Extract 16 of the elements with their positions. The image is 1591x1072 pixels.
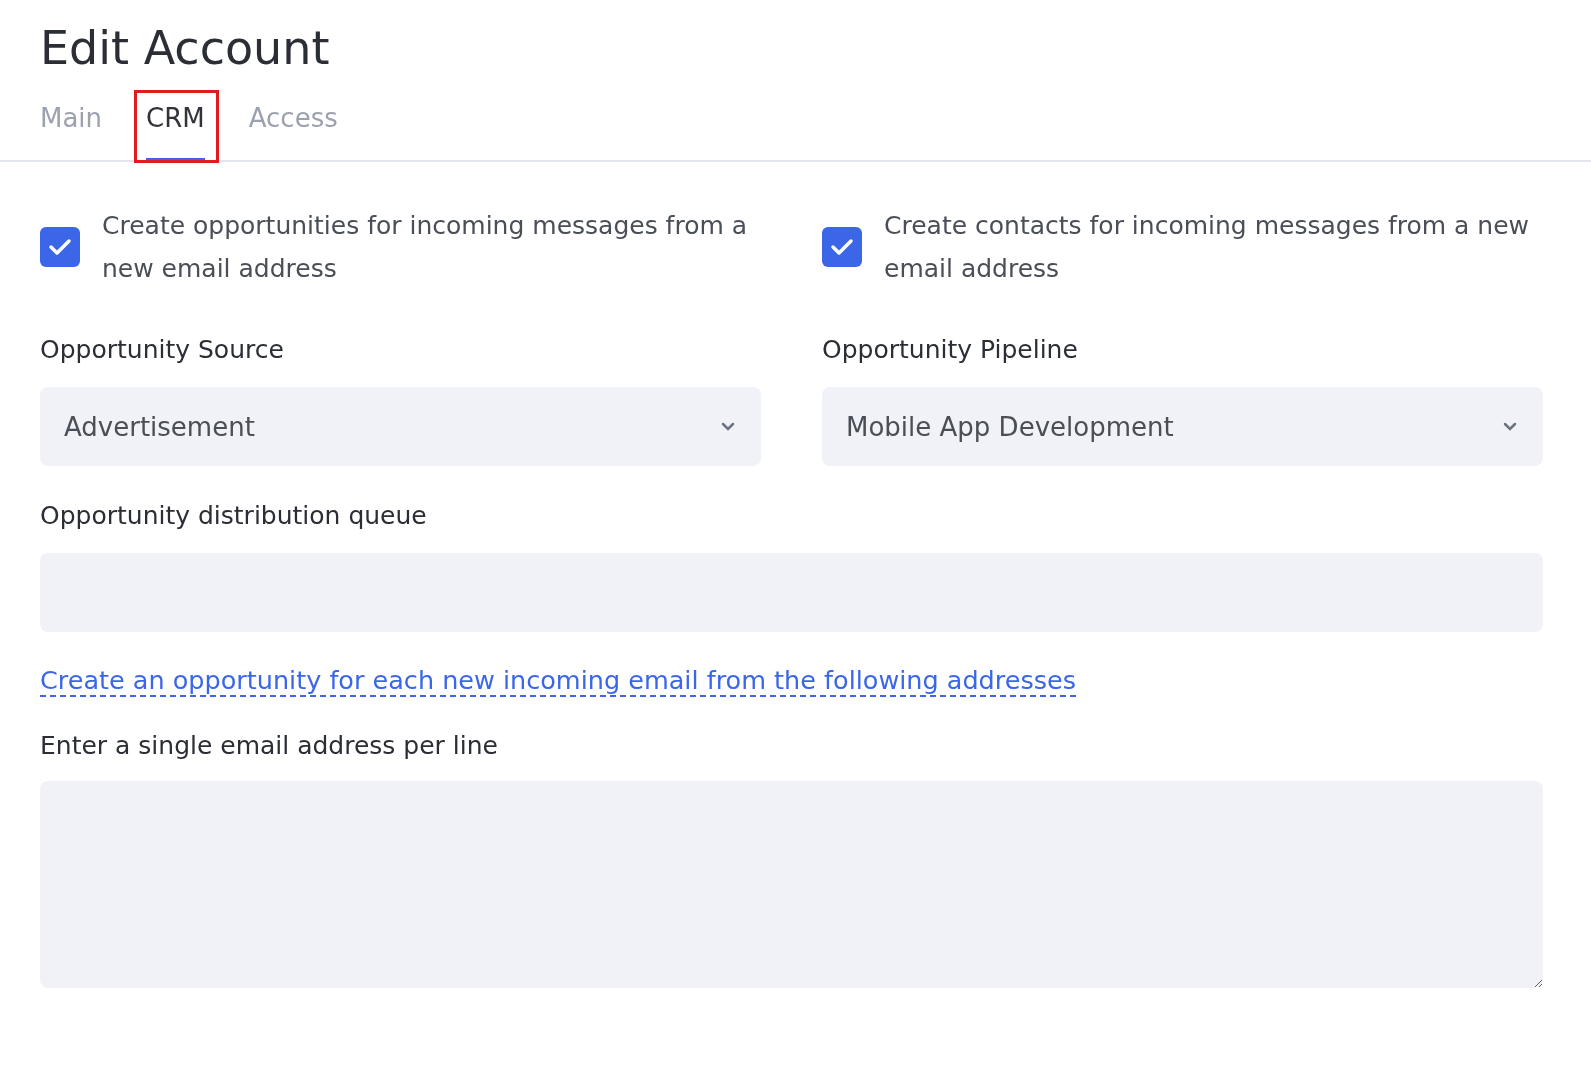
tab[interactable]: CRM <box>146 96 205 162</box>
select-field[interactable]: Advertisement <box>40 387 761 466</box>
checkbox-label: Create opportunities for incoming messages from a new email address <box>102 210 749 285</box>
textarea-field[interactable] <box>40 781 1543 988</box>
field-label: Opportunity distribution queue <box>40 500 428 532</box>
chevron-down-icon <box>1503 421 1517 432</box>
field-label: Opportunity Source <box>40 334 285 366</box>
field-label: Enter a single email address per line <box>40 730 499 762</box>
checkbox[interactable] <box>40 227 80 267</box>
checkbox[interactable] <box>822 227 862 267</box>
checkbox-label: Create contacts for incoming messages from a new email address <box>884 210 1531 285</box>
link[interactable]: Create an opportunity for each new incoming email from the following addresses <box>40 665 1076 697</box>
page-title: Edit Account <box>39 20 331 76</box>
chevron-down-icon <box>721 421 735 432</box>
select-field[interactable]: Mobile App Development <box>822 387 1543 466</box>
field-label: Opportunity Pipeline <box>822 334 1079 366</box>
